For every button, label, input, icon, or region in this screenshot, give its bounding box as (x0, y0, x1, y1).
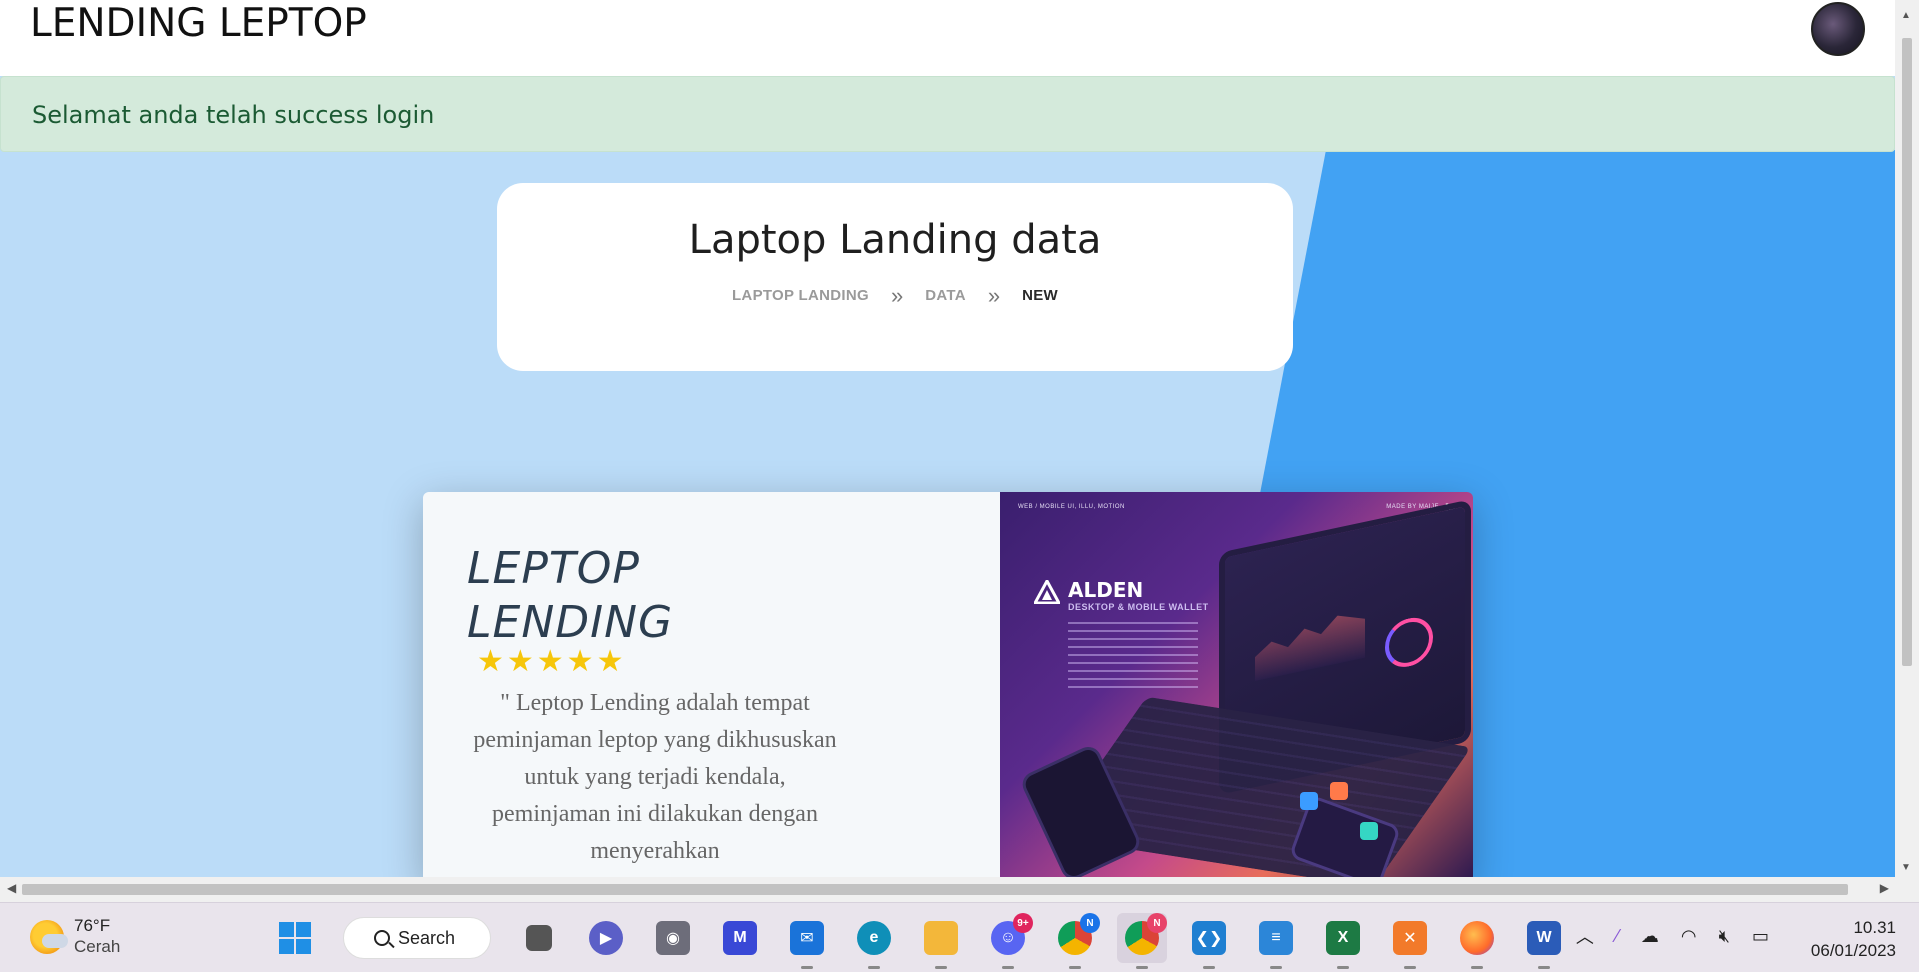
wifi-icon[interactable]: ◠ (1681, 926, 1697, 947)
windows-taskbar: 76°F Cerah Search ▶ ◉ M ✉ e ☺ 9+ N N ❮❯ ≡… (0, 902, 1919, 972)
running-indicator (1002, 966, 1014, 969)
xampp-icon[interactable]: ✕ (1385, 913, 1435, 969)
taskbar-apps: Search ▶ ◉ M ✉ e ☺ 9+ N N ❮❯ ≡ X ✕ W (270, 913, 1569, 969)
system-tray: ︿ ⁄ ☁ ◠ 🔇︎ ▭ (1576, 923, 1769, 949)
browser-viewport: LENDING LEPTOP Selamat anda telah succes… (0, 0, 1895, 877)
running-indicator (868, 966, 880, 969)
app-icon[interactable]: M (715, 913, 765, 963)
camera-icon[interactable]: ◉ (648, 913, 698, 963)
promo-card: LEPTOP LENDING ★★★★★ " Leptop Lending ad… (423, 492, 1473, 877)
screen-graph (1255, 598, 1365, 681)
page-title: Laptop Landing data (688, 217, 1102, 263)
breadcrumb-separator-icon: » (890, 282, 904, 308)
volume-muted-icon[interactable]: 🔇︎ (1719, 926, 1730, 947)
breadcrumb: LAPTOP LANDING » DATA » NEW (497, 282, 1293, 308)
profile-badge: N (1147, 913, 1167, 933)
alden-brand: ALDEN (1068, 578, 1144, 602)
notepad-icon[interactable]: ≡ (1251, 913, 1301, 969)
file-explorer-icon[interactable] (916, 913, 966, 969)
breadcrumb-separator-icon: » (987, 282, 1001, 308)
teams-chat-icon[interactable]: ▶ (581, 913, 631, 963)
breadcrumb-new: NEW (1022, 287, 1059, 304)
word-icon[interactable]: W (1519, 913, 1569, 969)
alden-body-text (1068, 622, 1198, 692)
cloud-icon[interactable]: ☁ (1641, 926, 1659, 947)
horizontal-scroll-thumb[interactable] (22, 884, 1848, 895)
running-indicator (935, 966, 947, 969)
breadcrumb-data[interactable]: DATA (925, 287, 966, 304)
success-alert: Selamat anda telah success login (0, 76, 1895, 152)
pen-icon[interactable]: ⁄ (1616, 926, 1619, 947)
promo-title-line1: LEPTOP (467, 543, 640, 594)
user-avatar[interactable] (1811, 2, 1865, 56)
image-caption-right: MADE BY MAIJE (1386, 504, 1439, 510)
running-indicator (1538, 966, 1550, 969)
excel-icon[interactable]: X (1318, 913, 1368, 969)
screen-ring-chart (1385, 613, 1433, 672)
running-indicator (1069, 966, 1081, 969)
search-label: Search (398, 927, 456, 948)
search-icon (374, 930, 390, 946)
coin-icon (1360, 822, 1378, 840)
clock-time: 10.31 (1853, 918, 1896, 937)
image-caption-left: WEB / MOBILE UI, ILLU, MOTION (1018, 504, 1125, 510)
firefox-icon[interactable] (1452, 913, 1502, 969)
battery-icon[interactable]: ▭ (1752, 926, 1769, 947)
profile-badge: N (1080, 913, 1100, 933)
taskbar-clock[interactable]: 10.31 06/01/2023 (1811, 916, 1896, 962)
scroll-down-icon[interactable]: ▼ (1901, 862, 1911, 873)
weather-temp: 76°F (74, 916, 111, 935)
notification-badge: 9+ (1013, 913, 1033, 933)
promo-title-line2: LENDING (467, 597, 674, 648)
task-view-icon[interactable] (514, 913, 564, 963)
weather-widget[interactable]: 76°F Cerah (30, 916, 120, 958)
taskbar-search[interactable]: Search (343, 917, 491, 959)
discord-icon[interactable]: ☺ 9+ (983, 913, 1033, 969)
breadcrumb-laptop-landing[interactable]: LAPTOP LANDING (732, 287, 869, 304)
vscode-icon[interactable]: ❮❯ (1184, 913, 1234, 969)
star-rating-icon: ★★★★★ (477, 645, 627, 678)
running-indicator (1203, 966, 1215, 969)
promo-description: " Leptop Lending adalah tempat peminjama… (473, 690, 837, 864)
scroll-left-icon[interactable]: ◀ (7, 881, 16, 895)
weather-condition: Cerah (74, 937, 121, 956)
promo-title: LEPTOP LENDING (467, 542, 673, 650)
horizontal-scrollbar[interactable]: ◀ ▶ (0, 877, 1895, 902)
coin-icon (1300, 792, 1318, 810)
chrome-icon[interactable]: N (1050, 913, 1100, 969)
running-indicator (801, 966, 813, 969)
windows-start-icon[interactable] (270, 913, 320, 963)
edge-icon[interactable]: e (849, 913, 899, 969)
clock-date: 06/01/2023 (1810, 941, 1896, 960)
running-indicator (1404, 966, 1416, 969)
scroll-up-icon[interactable]: ▲ (1901, 10, 1911, 21)
weather-icon (30, 920, 68, 954)
scrollbar-corner (1895, 877, 1919, 902)
navbar: LENDING LEPTOP (0, 0, 1895, 76)
brand-title[interactable]: LENDING LEPTOP (30, 0, 367, 48)
running-indicator (1471, 966, 1483, 969)
promo-text-panel: LEPTOP LENDING ★★★★★ " Leptop Lending ad… (423, 492, 1000, 877)
chrome-icon[interactable]: N (1117, 913, 1167, 969)
running-indicator (1136, 966, 1148, 969)
scroll-right-icon[interactable]: ▶ (1880, 881, 1889, 895)
chevron-up-icon[interactable]: ︿ (1576, 923, 1594, 949)
page-header-card: Laptop Landing data LAPTOP LANDING » DAT… (497, 183, 1293, 371)
alert-message: Selamat anda telah success login (32, 101, 435, 129)
promo-image: WEB / MOBILE UI, ILLU, MOTION MADE BY MA… (1000, 492, 1473, 877)
running-indicator (1270, 966, 1282, 969)
alden-subtitle: DESKTOP & MOBILE WALLET (1068, 602, 1209, 612)
running-indicator (1337, 966, 1349, 969)
vertical-scrollbar[interactable]: ▲ ▼ (1895, 0, 1919, 877)
alden-logo-icon (1034, 580, 1060, 604)
vertical-scroll-thumb[interactable] (1902, 38, 1912, 666)
mail-icon[interactable]: ✉ (782, 913, 832, 969)
coin-icon (1330, 782, 1348, 800)
